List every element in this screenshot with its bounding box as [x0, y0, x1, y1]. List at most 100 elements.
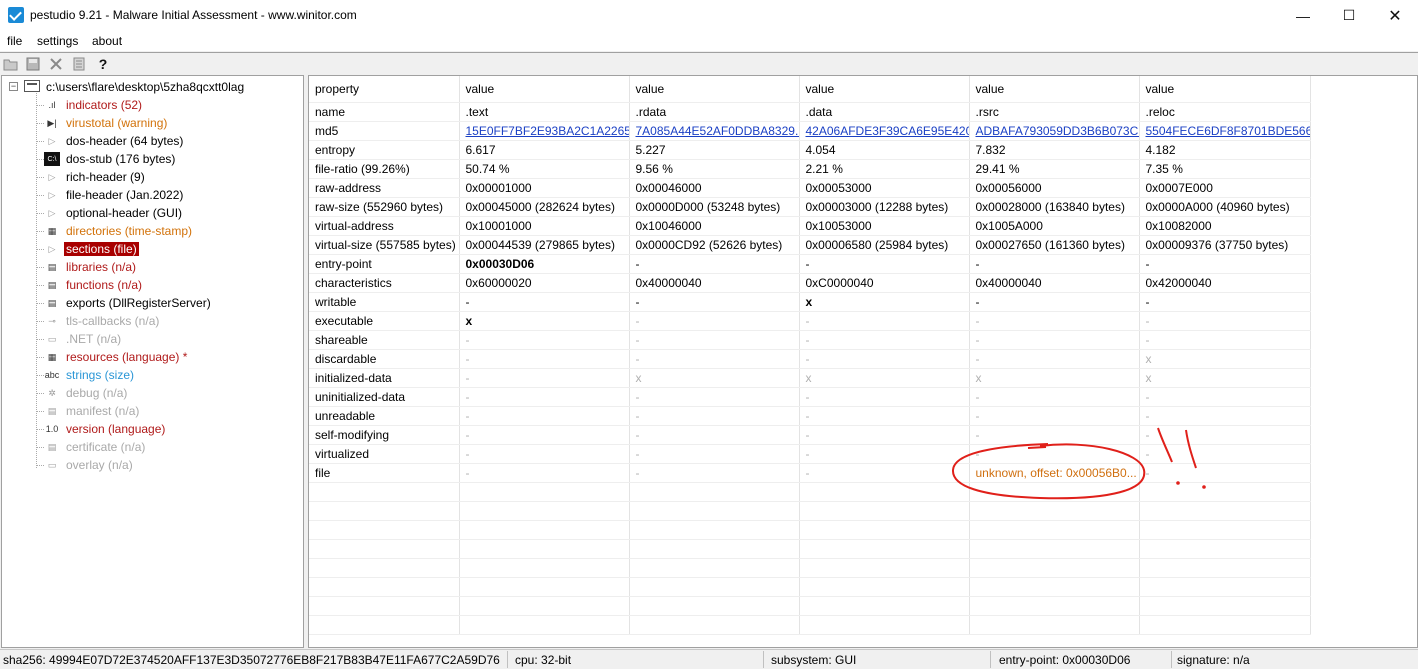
toolbar: ?: [0, 52, 1418, 74]
tree-item[interactable]: ▷ sections (file): [2, 240, 302, 258]
collapse-icon[interactable]: −: [9, 82, 18, 91]
menu-settings[interactable]: settings: [37, 34, 78, 48]
expander-icon[interactable]: ▷: [44, 188, 60, 202]
table-row[interactable]: self-modifying - - - - -: [309, 425, 1311, 445]
value-cell: -: [799, 444, 970, 464]
tree-item[interactable]: ▦ resources (language) *: [2, 348, 302, 366]
table-row[interactable]: virtual-size (557585 bytes) 0x00044539 (2…: [309, 235, 1311, 255]
column-header[interactable]: value: [1139, 76, 1311, 103]
column-header[interactable]: value: [799, 76, 970, 103]
empty-cell: [969, 615, 1140, 635]
empty-cell: [1139, 482, 1311, 502]
column-header[interactable]: value: [459, 76, 630, 103]
menu-file[interactable]: file: [7, 34, 22, 48]
tree-item[interactable]: C:\ dos-stub (176 bytes): [2, 150, 302, 168]
tree-item[interactable]: ⊸ tls-callbacks (n/a): [2, 312, 302, 330]
sections-table-body: property value value value value value name .te…: [309, 76, 1311, 635]
tree-item[interactable]: ▭ overlay (n/a): [2, 456, 302, 474]
help-icon[interactable]: ?: [95, 56, 111, 72]
open-folder-icon[interactable]: [3, 56, 19, 72]
tree-item[interactable]: .ıl indicators (52): [2, 96, 302, 114]
tree-item[interactable]: ▤ functions (n/a): [2, 276, 302, 294]
table-row[interactable]: md5 15E0FF7BF2E93BA2C1A2265... 7A085A44E52…: [309, 121, 1311, 141]
table-row[interactable]: entry-point 0x00030D06- - - -: [309, 254, 1311, 274]
table-row[interactable]: discardable - - - - x: [309, 349, 1311, 369]
value-cell: 0x00006580 (25984 bytes): [799, 235, 970, 255]
tree-item[interactable]: ▭ .NET (n/a): [2, 330, 302, 348]
table-row[interactable]: initialized-data - x x x x: [309, 368, 1311, 388]
empty-cell: [629, 501, 800, 521]
table-row[interactable]: writable - - x - -: [309, 292, 1311, 312]
value-cell: -: [1139, 444, 1311, 464]
table-row[interactable]: file - - - unknown, offset: 0x00056B0... -: [309, 463, 1311, 483]
table-row[interactable]: raw-address 0x00001000 0x00046000 0x0005300…: [309, 178, 1311, 198]
tree-guide-line: [36, 357, 44, 358]
value-cell: -: [1139, 387, 1311, 407]
value-cell[interactable]: 7A085A44E52AF0DDBA8329...: [629, 121, 800, 141]
value-cell[interactable]: ADBAFA793059DD3B6B073C...: [969, 121, 1140, 141]
empty-cell: [309, 539, 460, 559]
value-cell: 0x10082000: [1139, 216, 1311, 236]
table-row[interactable]: entropy 6.617 5.227 4.054 7.832 4.182: [309, 140, 1311, 160]
tree-item[interactable]: ▤ certificate (n/a): [2, 438, 302, 456]
table-row[interactable]: unreadable - - - - -: [309, 406, 1311, 426]
table-row[interactable]: virtualized - - - - -: [309, 444, 1311, 464]
app-icon: [8, 7, 24, 23]
close-file-icon[interactable]: [48, 56, 64, 72]
value-cell: x: [629, 368, 800, 388]
minimize-button[interactable]: —: [1280, 0, 1326, 31]
menu-about[interactable]: about: [92, 34, 122, 48]
tree-item[interactable]: ▷ rich-header (9): [2, 168, 302, 186]
table-row[interactable]: uninitialized-data - - - - -: [309, 387, 1311, 407]
tree-guide-line: [36, 213, 44, 214]
tree-item[interactable]: ▤ exports (DllRegisterServer): [2, 294, 302, 312]
table-row[interactable]: name .text .rdata .data .rsrc .reloc: [309, 102, 1311, 122]
tree-item[interactable]: ▤ manifest (n/a): [2, 402, 302, 420]
tree-item[interactable]: 1.0 version (language): [2, 420, 302, 438]
empty-cell: [799, 520, 970, 540]
table-row[interactable]: shareable - - - - -: [309, 330, 1311, 350]
manifest-icon: ▤: [47, 405, 57, 416]
value-cell: -: [629, 292, 800, 312]
empty-row: [309, 596, 1311, 616]
value-cell: 0x10001000: [459, 216, 630, 236]
column-header[interactable]: value: [969, 76, 1140, 103]
expander-icon[interactable]: ▷: [44, 206, 60, 220]
tree-item[interactable]: ▤ libraries (n/a): [2, 258, 302, 276]
tree-item[interactable]: ▷ dos-header (64 bytes): [2, 132, 302, 150]
column-header[interactable]: property: [309, 76, 460, 103]
value-cell[interactable]: 15E0FF7BF2E93BA2C1A2265...: [459, 121, 630, 141]
virustotal-icon: ▶|: [47, 117, 57, 128]
tree-item[interactable]: abc strings (size): [2, 366, 302, 384]
table-row[interactable]: raw-size (552960 bytes) 0x00045000 (28262…: [309, 197, 1311, 217]
expander-icon[interactable]: ▷: [44, 242, 60, 256]
value-cell[interactable]: 5504FECE6DF8F8701BDE566...: [1139, 121, 1311, 141]
close-button[interactable]: ✕: [1372, 0, 1418, 31]
save-icon[interactable]: [25, 56, 41, 72]
tree-item[interactable]: ▷ file-header (Jan.2022): [2, 186, 302, 204]
empty-cell: [629, 577, 800, 597]
table-row[interactable]: virtual-address 0x10001000 0x10046000 0x100…: [309, 216, 1311, 236]
expander-icon[interactable]: ▷: [44, 170, 60, 184]
value-cell: x: [1139, 368, 1311, 388]
table-row[interactable]: executable x - - - -: [309, 311, 1311, 331]
tree-item[interactable]: ✲ debug (n/a): [2, 384, 302, 402]
value-cell: 0x1005A000: [969, 216, 1140, 236]
empty-cell: [799, 596, 970, 616]
empty-cell: [629, 482, 800, 502]
tree-item[interactable]: ▶| virustotal (warning): [2, 114, 302, 132]
expander-icon[interactable]: ▷: [44, 134, 60, 148]
tree-item-label: libraries (n/a): [66, 260, 137, 274]
empty-cell: [799, 539, 970, 559]
column-header[interactable]: value: [629, 76, 800, 103]
document-icon[interactable]: [71, 56, 87, 72]
table-row[interactable]: characteristics 0x60000020 0x40000040 0xC00…: [309, 273, 1311, 293]
tree-item[interactable]: ▦ directories (time-stamp): [2, 222, 302, 240]
value-cell[interactable]: 42A06AFDE3F39CA6E95E420...: [799, 121, 970, 141]
tree-item[interactable]: ▷ optional-header (GUI): [2, 204, 302, 222]
value-cell: 0x00028000 (163840 bytes): [969, 197, 1140, 217]
maximize-button[interactable]: ☐: [1326, 0, 1372, 31]
directories-icon: ▦: [47, 225, 57, 236]
tree-root[interactable]: − c:\users\flare\desktop\5zha8qcxtt0lag: [2, 78, 302, 96]
table-row[interactable]: file-ratio (99.26%) 50.74 % 9.56 % 2.21 % 29…: [309, 159, 1311, 179]
